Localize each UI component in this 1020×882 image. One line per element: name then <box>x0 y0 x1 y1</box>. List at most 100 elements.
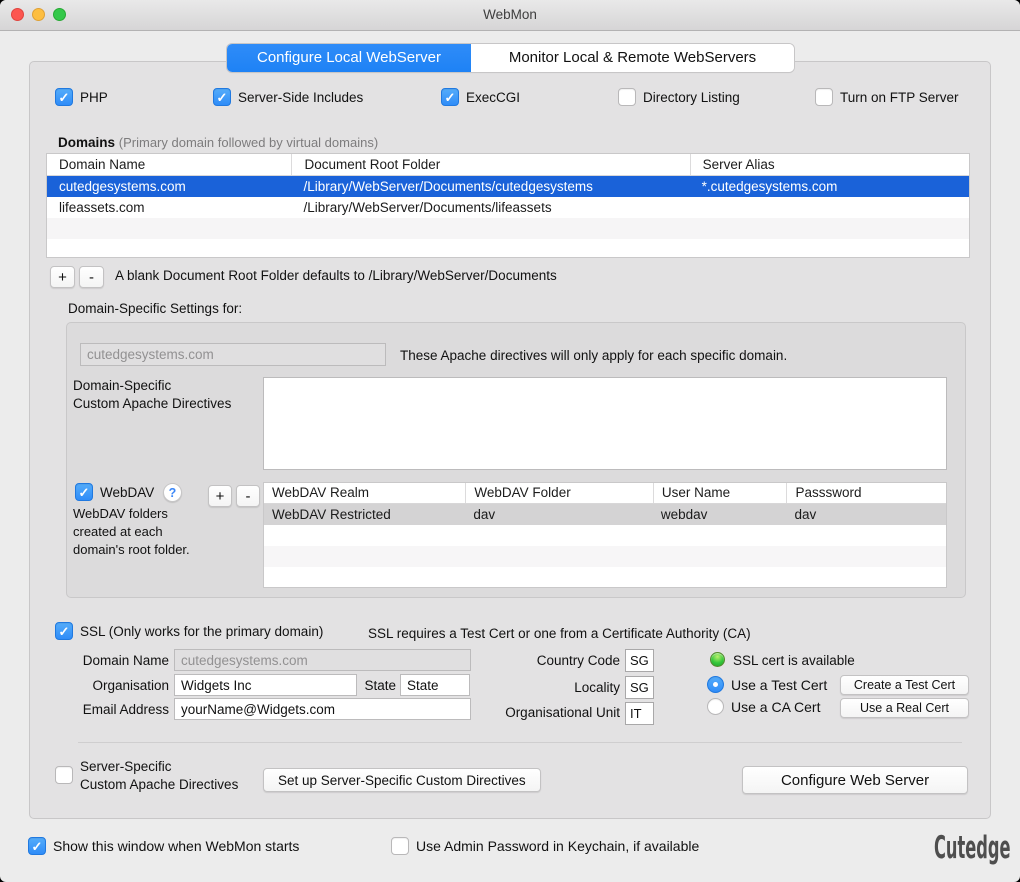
add-domain-button[interactable]: + <box>50 266 75 288</box>
use-ca-cert-label: Use a CA Cert <box>731 699 820 715</box>
table-row-webdav-restricted[interactable]: WebDAV Restricted dav webdav dav <box>264 504 946 525</box>
custom-directives-label-line1: Domain-Specific <box>73 378 171 393</box>
webdav-password-cell: dav <box>786 504 946 525</box>
webdav-table: WebDAV Realm WebDAV Folder User Name Pas… <box>263 482 947 588</box>
ssl-note: SSL requires a Test Cert or one from a C… <box>368 626 751 641</box>
create-test-cert-button[interactable]: Create a Test Cert <box>840 675 969 695</box>
custom-directives-label-line2: Custom Apache Directives <box>73 396 231 411</box>
domains-hint: (Primary domain followed by virtual doma… <box>119 135 378 150</box>
server-alias-cell <box>690 197 969 218</box>
radio-icon <box>707 698 724 715</box>
column-header[interactable]: Server Alias <box>690 154 969 175</box>
webdav-table-header[interactable]: WebDAV Realm WebDAV Folder User Name Pas… <box>264 483 946 504</box>
remove-domain-button[interactable]: - <box>79 266 104 288</box>
org-unit-field[interactable] <box>625 702 654 725</box>
server-alias-cell: *.cutedgesystems.com <box>690 176 969 197</box>
column-header[interactable]: Passsword <box>786 483 946 503</box>
add-webdav-button[interactable]: + <box>208 485 232 507</box>
checkbox-check-icon: ✓ <box>213 88 231 106</box>
org-unit-label: Organisational Unit <box>470 705 620 720</box>
remove-webdav-button[interactable]: - <box>236 485 260 507</box>
help-icon[interactable]: ? <box>163 483 182 502</box>
server-specific-checkbox[interactable] <box>55 766 73 784</box>
webdav-folder-cell: dav <box>465 504 652 525</box>
selected-domain-field[interactable] <box>80 343 386 366</box>
use-test-cert-radio[interactable]: Use a Test Cert <box>707 676 827 693</box>
state-field[interactable] <box>400 674 470 696</box>
domain-settings-heading: Domain-Specific Settings for: <box>68 301 242 316</box>
use-ca-cert-radio[interactable]: Use a CA Cert <box>707 698 820 715</box>
domain-name-cell: lifeassets.com <box>47 197 291 218</box>
cutedge-logo: Cutedge <box>934 829 1011 866</box>
server-specific-label-line1: Server-Specific <box>80 759 172 774</box>
organisation-field[interactable] <box>174 674 357 696</box>
ftp-label: Turn on FTP Server <box>840 90 959 105</box>
checkbox-box <box>618 88 636 106</box>
execcgi-label: ExecCGI <box>466 90 520 105</box>
title-bar[interactable]: WebMon <box>0 0 1020 31</box>
php-checkbox[interactable]: ✓ PHP <box>55 88 108 106</box>
document-root-cell: /Library/WebServer/Documents/lifeassets <box>291 197 689 218</box>
directory-listing-checkbox[interactable]: Directory Listing <box>618 88 740 106</box>
table-row-lifeassets[interactable]: lifeassets.com /Library/WebServer/Docume… <box>47 197 969 218</box>
setup-server-directives-button[interactable]: Set up Server-Specific Custom Directives <box>263 768 541 792</box>
ssl-status-led-icon <box>710 652 725 667</box>
column-header[interactable]: WebDAV Realm <box>264 483 465 503</box>
webdav-realm-cell: WebDAV Restricted <box>264 504 465 525</box>
empty-row[interactable] <box>47 218 969 239</box>
locality-field[interactable] <box>625 676 654 699</box>
webdav-description-line2: created at each <box>73 524 163 539</box>
execcgi-checkbox[interactable]: ✓ ExecCGI <box>441 88 520 106</box>
ssl-label: SSL (Only works for the primary domain) <box>80 624 323 639</box>
column-header[interactable]: WebDAV Folder <box>465 483 652 503</box>
webdav-user-cell: webdav <box>653 504 787 525</box>
email-field[interactable] <box>174 698 471 720</box>
webdav-label: WebDAV <box>100 485 154 500</box>
keychain-checkbox[interactable]: Use Admin Password in Keychain, if avail… <box>391 837 699 855</box>
state-label: State <box>356 678 396 693</box>
webdav-description-line1: WebDAV folders <box>73 506 168 521</box>
country-code-field[interactable] <box>625 649 654 672</box>
webdav-description-line3: domain's root folder. <box>73 542 190 557</box>
ftp-server-checkbox[interactable]: Turn on FTP Server <box>815 88 959 106</box>
domains-footnote: A blank Document Root Folder defaults to… <box>115 268 557 283</box>
empty-row[interactable] <box>264 546 946 567</box>
divider <box>78 742 962 743</box>
domain-name-label: Domain Name <box>55 653 169 668</box>
checkbox-box <box>391 837 409 855</box>
empty-row[interactable] <box>264 525 946 546</box>
email-label: Email Address <box>55 702 169 717</box>
configure-web-server-button[interactable]: Configure Web Server <box>742 766 968 794</box>
locality-label: Locality <box>470 680 620 695</box>
server-side-includes-checkbox[interactable]: ✓ Server-Side Includes <box>213 88 363 106</box>
column-header[interactable]: User Name <box>653 483 787 503</box>
server-specific-label-line2: Custom Apache Directives <box>80 777 238 792</box>
directory-listing-label: Directory Listing <box>643 90 740 105</box>
table-row-cutedgesystems[interactable]: cutedgesystems.com /Library/WebServer/Do… <box>47 176 969 197</box>
domain-settings-note: These Apache directives will only apply … <box>400 348 787 363</box>
domains-table: Domain Name Document Root Folder Server … <box>46 153 970 258</box>
checkbox-check-icon: ✓ <box>28 837 46 855</box>
column-header[interactable]: Domain Name <box>47 154 291 175</box>
column-header[interactable]: Document Root Folder <box>291 154 689 175</box>
ssl-checkbox[interactable]: ✓ SSL (Only works for the primary domain… <box>55 622 323 640</box>
tab-bar: Configure Local WebServer Monitor Local … <box>227 44 794 72</box>
keychain-label: Use Admin Password in Keychain, if avail… <box>416 838 699 854</box>
ssi-label: Server-Side Includes <box>238 90 363 105</box>
country-code-label: Country Code <box>470 653 620 668</box>
custom-directives-textarea[interactable] <box>263 377 947 470</box>
tab-configure-local-webserver[interactable]: Configure Local WebServer <box>227 44 471 72</box>
use-test-cert-label: Use a Test Cert <box>731 677 827 693</box>
checkbox-check-icon: ✓ <box>55 88 73 106</box>
empty-row[interactable] <box>264 567 946 588</box>
radio-selected-icon <box>707 676 724 693</box>
ssl-domain-name-field[interactable] <box>174 649 471 671</box>
use-real-cert-button[interactable]: Use a Real Cert <box>840 698 969 718</box>
webmon-window: WebMon Configure Local WebServer Monitor… <box>0 0 1020 882</box>
webdav-checkbox[interactable]: ✓ WebDAV <box>75 483 154 501</box>
show-window-checkbox[interactable]: ✓ Show this window when WebMon starts <box>28 837 299 855</box>
domains-table-header[interactable]: Domain Name Document Root Folder Server … <box>47 154 969 176</box>
empty-row[interactable] <box>47 239 969 258</box>
tab-monitor-webservers[interactable]: Monitor Local & Remote WebServers <box>471 44 794 72</box>
window-title: WebMon <box>0 0 1020 30</box>
